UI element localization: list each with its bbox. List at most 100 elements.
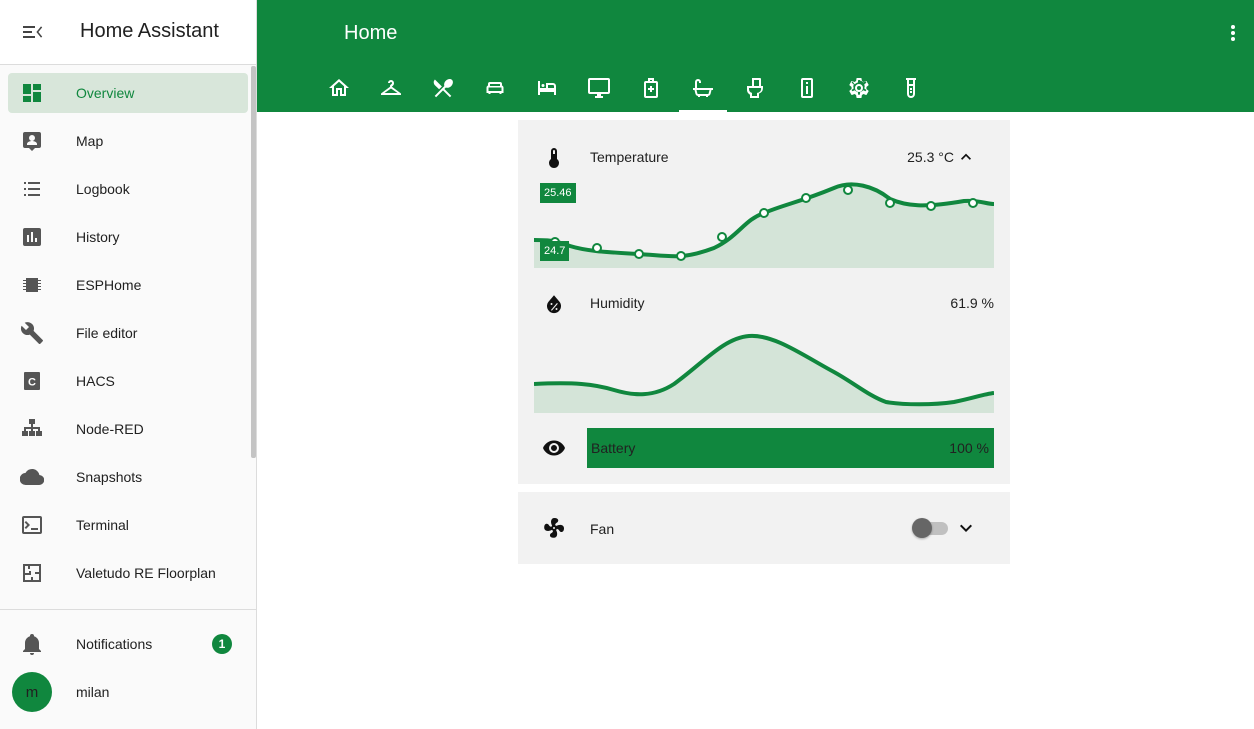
sidebar-item-terminal[interactable]: Terminal bbox=[8, 505, 248, 545]
sofa-icon bbox=[486, 82, 504, 94]
humidity-graph[interactable] bbox=[534, 320, 994, 414]
remote-icon bbox=[801, 78, 813, 98]
sidebar-item-label: ESPHome bbox=[76, 277, 142, 293]
temperature-point[interactable] bbox=[634, 249, 644, 259]
temperature-point[interactable] bbox=[843, 185, 853, 195]
page-title: Home bbox=[344, 22, 398, 44]
sidebar-item-label: Valetudo RE Floorplan bbox=[76, 565, 216, 581]
sidebar-item-label: Overview bbox=[76, 85, 135, 101]
menu-collapse-button[interactable] bbox=[14, 14, 50, 50]
chevron-up-icon[interactable] bbox=[956, 147, 976, 167]
sitemap-icon bbox=[22, 419, 42, 436]
chart-box-icon bbox=[23, 228, 41, 246]
user-name: milan bbox=[76, 684, 110, 700]
sidebar-item-hacs[interactable]: C HACS bbox=[8, 361, 248, 401]
bathtub-icon bbox=[693, 79, 713, 97]
sidebar-item-overview[interactable]: Overview bbox=[8, 73, 248, 113]
cloud-icon bbox=[20, 468, 44, 486]
tab-living-room[interactable] bbox=[471, 64, 519, 112]
dots-vertical-icon bbox=[1231, 25, 1235, 41]
sidebar-scrollbar[interactable] bbox=[251, 66, 256, 458]
sidebar-item-notifications[interactable]: Notifications 1 bbox=[8, 624, 248, 664]
sidebar-item-file-editor[interactable]: File editor bbox=[8, 313, 248, 353]
temperature-graph-fill bbox=[534, 184, 994, 268]
bed-icon bbox=[538, 81, 556, 95]
sidebar-item-label: Map bbox=[76, 133, 104, 149]
tab-lab[interactable] bbox=[887, 64, 935, 112]
bag-icon bbox=[644, 78, 658, 98]
sidebar-item-label: Logbook bbox=[76, 181, 130, 197]
bell-icon bbox=[23, 634, 41, 655]
floor-plan-icon bbox=[23, 564, 41, 582]
tab-hanger[interactable] bbox=[367, 64, 415, 112]
tab-bathroom[interactable] bbox=[679, 64, 727, 112]
sidebar-item-valetudo-re-floorplan[interactable]: Valetudo RE Floorplan bbox=[8, 553, 248, 593]
format-list-bulleted-icon bbox=[24, 182, 40, 196]
humidity-name[interactable]: Humidity bbox=[590, 295, 644, 311]
account-box-icon bbox=[23, 132, 41, 151]
sidebar-item-node-red[interactable]: Node-RED bbox=[8, 409, 248, 449]
tab-bag[interactable] bbox=[627, 64, 675, 112]
sidebar-item-esphome[interactable]: ESPHome bbox=[8, 265, 248, 305]
temperature-point[interactable] bbox=[717, 232, 727, 242]
chevron-down-icon[interactable] bbox=[954, 516, 978, 540]
sidebar-item-history[interactable]: History bbox=[8, 217, 248, 257]
fan-toggle-thumb bbox=[912, 518, 932, 538]
notification-count-badge: 1 bbox=[212, 634, 232, 654]
temperature-point[interactable] bbox=[676, 251, 686, 261]
tab-home[interactable] bbox=[315, 64, 363, 112]
sensors-card: Temperature 25.3 °C 25.46 24.7 Humidity … bbox=[518, 120, 1010, 484]
temperature-point[interactable] bbox=[801, 193, 811, 203]
tab-remote[interactable] bbox=[783, 64, 831, 112]
tab-settings[interactable] bbox=[835, 64, 883, 112]
temperature-value[interactable]: 25.3 °C bbox=[858, 149, 954, 165]
sidebar-item-logbook[interactable]: Logbook bbox=[8, 169, 248, 209]
toilet-icon bbox=[746, 78, 763, 98]
temperature-name[interactable]: Temperature bbox=[590, 149, 669, 165]
sidebar-item-snapshots[interactable]: Snapshots bbox=[8, 457, 248, 497]
hacs-icon: C bbox=[24, 372, 40, 390]
thermometer-icon bbox=[549, 148, 559, 168]
sidebar-item-label: Node-RED bbox=[76, 421, 144, 437]
temperature-min-label: 24.7 bbox=[540, 241, 570, 261]
temperature-point[interactable] bbox=[592, 243, 602, 253]
svg-text:C: C bbox=[28, 377, 36, 389]
humidity-value[interactable]: 61.9 % bbox=[878, 295, 994, 311]
home-icon bbox=[329, 79, 349, 96]
temperature-point[interactable] bbox=[885, 198, 895, 208]
fan-icon bbox=[544, 518, 564, 538]
sidebar-item-map[interactable]: Map bbox=[8, 121, 248, 161]
sidebar-item-label: HACS bbox=[76, 373, 115, 389]
hanger-icon bbox=[381, 80, 401, 95]
battery-name: Battery bbox=[591, 440, 636, 456]
tab-office[interactable] bbox=[575, 64, 623, 112]
wrench-icon bbox=[20, 322, 43, 344]
tab-bedroom[interactable] bbox=[523, 64, 571, 112]
monitor-icon bbox=[588, 78, 610, 98]
sidebar-item-label: Terminal bbox=[76, 517, 129, 533]
fan-card: Fan bbox=[518, 492, 1010, 564]
temperature-max-label: 25.46 bbox=[540, 183, 576, 203]
temperature-graph[interactable] bbox=[534, 176, 994, 270]
sidebar-item-label: History bbox=[76, 229, 120, 245]
view-dashboard-icon bbox=[23, 84, 41, 102]
sidebar: Home Assistant Overview Map Logbook Hist… bbox=[0, 0, 257, 729]
battery-bar-fill bbox=[587, 428, 994, 468]
fan-name[interactable]: Fan bbox=[590, 521, 614, 537]
tab-dining[interactable] bbox=[419, 64, 467, 112]
temperature-point[interactable] bbox=[968, 198, 978, 208]
temperature-point[interactable] bbox=[759, 208, 769, 218]
tab-toilet[interactable] bbox=[731, 64, 779, 112]
battery-bar[interactable]: Battery 100 % bbox=[587, 428, 994, 468]
avatar[interactable]: m bbox=[12, 672, 52, 712]
fan-toggle[interactable] bbox=[912, 518, 949, 538]
cog-icon bbox=[849, 78, 869, 98]
sidebar-item-label: File editor bbox=[76, 325, 138, 341]
overflow-menu-button[interactable] bbox=[1218, 18, 1248, 48]
chip-icon bbox=[23, 278, 41, 292]
sidebar-header: Home Assistant bbox=[0, 0, 256, 65]
temperature-point[interactable] bbox=[926, 201, 936, 211]
top-app-bar: Home bbox=[257, 0, 1254, 112]
sidebar-item-profile[interactable]: milan bbox=[60, 672, 240, 712]
test-tube-icon bbox=[906, 78, 916, 98]
